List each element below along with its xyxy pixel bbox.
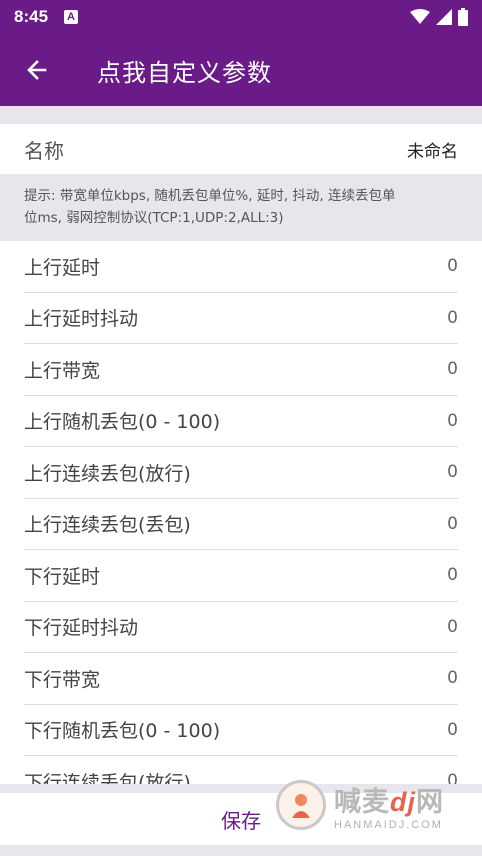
- hint-line-1: 提示: 带宽单位kbps, 随机丢包单位%, 延时, 抖动, 连续丢包单: [24, 188, 396, 204]
- save-button[interactable]: 保存: [221, 805, 261, 834]
- param-value[interactable]: 0: [447, 359, 458, 379]
- param-row[interactable]: 下行延时抖动 0: [24, 602, 458, 653]
- singer-icon: [292, 794, 310, 818]
- param-rows: 上行延时 0 上行延时抖动 0 上行带宽 0 上行随机丢包(0 - 100) 0 上行连续丢包(…: [0, 241, 482, 784]
- name-value[interactable]: 未命名: [407, 137, 458, 162]
- param-row[interactable]: 上行带宽 0: [24, 344, 458, 396]
- watermark-circle-icon: [276, 780, 326, 830]
- param-label: 下行延时: [24, 565, 101, 588]
- back-button[interactable]: [0, 34, 74, 106]
- arrow-left-icon: [27, 60, 47, 80]
- param-row[interactable]: 上行延时抖动 0: [24, 293, 458, 344]
- status-time: 8:45: [14, 7, 49, 26]
- param-value[interactable]: 0: [447, 617, 458, 637]
- param-row[interactable]: 下行延时 0: [24, 550, 458, 602]
- param-label: 上行连续丢包(丢包): [24, 514, 191, 537]
- param-value[interactable]: 0: [447, 308, 458, 328]
- parameter-list: 名称 未命名 提示: 带宽单位kbps, 随机丢包单位%, 延时, 抖动, 连续…: [0, 124, 482, 784]
- param-label: 下行连续丢包(放行): [24, 771, 191, 784]
- param-label: 上行延时抖动: [24, 308, 139, 331]
- param-row[interactable]: 下行随机丢包(0 - 100) 0: [24, 705, 458, 756]
- param-value[interactable]: 0: [447, 514, 458, 534]
- param-label: 下行延时抖动: [24, 617, 139, 640]
- hint-line-2: 位ms, 弱网控制协议(TCP:1,UDP:2,ALL:3): [24, 210, 284, 226]
- wifi-icon: [410, 9, 430, 24]
- notification-a-icon: A: [64, 10, 79, 24]
- name-label: 名称: [24, 138, 64, 163]
- watermark-cn: 喊麦dj网: [334, 786, 444, 818]
- param-value[interactable]: 0: [447, 411, 458, 431]
- param-value[interactable]: 0: [447, 565, 458, 585]
- status-bar: 8:45 A: [0, 0, 482, 34]
- app-bar: 点我自定义参数: [0, 34, 482, 106]
- param-value[interactable]: 0: [447, 256, 458, 276]
- param-row[interactable]: 上行连续丢包(丢包) 0: [24, 499, 458, 550]
- status-icons: [410, 8, 468, 26]
- watermark-logo: 喊麦dj网 HANMAIDJ.COM: [276, 776, 482, 834]
- param-label: 上行带宽: [24, 359, 101, 382]
- param-value[interactable]: 0: [447, 720, 458, 740]
- param-label: 上行随机丢包(0 - 100): [24, 411, 221, 434]
- param-label: 上行连续丢包(放行): [24, 462, 191, 485]
- param-value[interactable]: 0: [447, 668, 458, 688]
- param-label: 下行带宽: [24, 668, 101, 691]
- param-label: 下行随机丢包(0 - 100): [24, 720, 221, 743]
- param-row[interactable]: 上行连续丢包(放行) 0: [24, 447, 458, 499]
- param-row[interactable]: 上行延时 0: [24, 241, 458, 293]
- param-row[interactable]: 下行带宽 0: [24, 653, 458, 705]
- signal-icon: [436, 9, 452, 25]
- param-label: 上行延时: [24, 256, 101, 279]
- page-title: 点我自定义参数: [97, 58, 272, 87]
- param-value[interactable]: 0: [447, 462, 458, 482]
- param-row[interactable]: 上行随机丢包(0 - 100) 0: [24, 396, 458, 447]
- battery-icon: [458, 8, 468, 26]
- watermark-en: HANMAIDJ.COM: [334, 818, 443, 831]
- hint-text: 提示: 带宽单位kbps, 随机丢包单位%, 延时, 抖动, 连续丢包单 位ms…: [0, 174, 482, 241]
- watermark-text: 喊麦dj网 HANMAIDJ.COM: [334, 780, 444, 831]
- name-row[interactable]: 名称 未命名: [0, 124, 482, 174]
